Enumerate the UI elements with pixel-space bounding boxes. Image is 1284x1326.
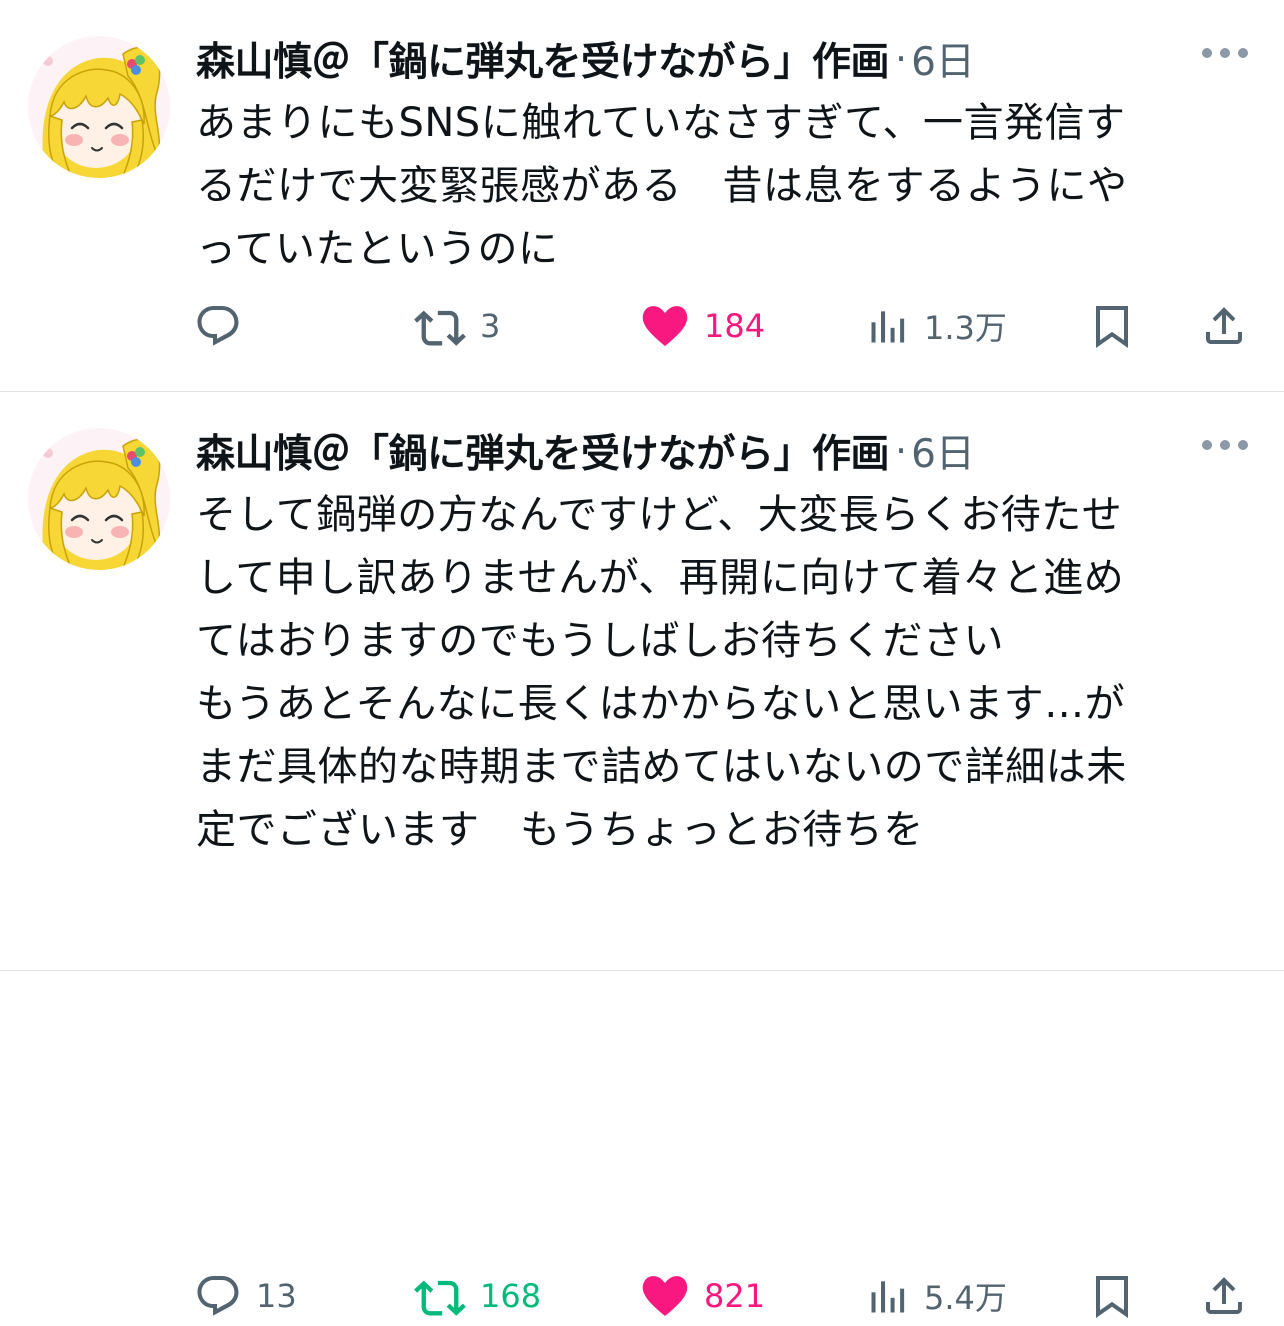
author-name[interactable]: 森山慎＠「鍋に弾丸を受けながら」作画 xyxy=(196,423,890,479)
view-count: 5.4万 xyxy=(924,1279,1007,1317)
tweet-text-line: そして鍋弾の方なんですけど、大変長らくお待たせ xyxy=(196,492,1123,538)
like-button[interactable]: 821 xyxy=(640,1266,765,1326)
share-icon xyxy=(1206,307,1242,344)
avatar[interactable] xyxy=(28,428,170,570)
tweet-text-line: もうあとそんなに長くはかからないと思います…が xyxy=(196,681,1126,727)
bookmark-icon xyxy=(1096,1276,1128,1318)
bookmark-icon xyxy=(1096,306,1128,348)
tweet-text-line: っていたというのに xyxy=(196,226,559,272)
timestamp[interactable]: 6日 xyxy=(911,31,975,87)
like-button[interactable]: 184 xyxy=(640,296,765,356)
share-icon xyxy=(1206,1277,1242,1314)
views-button[interactable]: 5.4万 xyxy=(866,1266,1007,1326)
reply-icon xyxy=(197,1276,239,1316)
repost-count: 168 xyxy=(480,1277,542,1315)
views-button[interactable]: 1.3万 xyxy=(866,296,1007,356)
tweet[interactable]: 森山慎＠「鍋に弾丸を受けながら」作画 · 6日 そして鍋弾の方なんですけど、大変… xyxy=(0,392,1284,1318)
more-icon[interactable] xyxy=(1202,430,1248,460)
repost-icon xyxy=(414,310,466,346)
views-icon xyxy=(871,311,905,343)
tweet-text-line: てはおりますのでもうしばしお待ちください xyxy=(196,618,1004,664)
divider xyxy=(0,970,1284,971)
reply-button[interactable] xyxy=(194,296,256,356)
action-bar: 13 168 821 5.4万 xyxy=(0,1266,1284,1326)
reply-icon xyxy=(197,306,239,346)
like-count: 184 xyxy=(704,307,766,345)
bookmark-button[interactable] xyxy=(1090,1266,1134,1326)
bookmark-button[interactable] xyxy=(1090,296,1134,356)
views-icon xyxy=(871,1281,905,1313)
more-icon[interactable] xyxy=(1202,38,1248,68)
repost-icon xyxy=(414,1280,466,1316)
share-button[interactable] xyxy=(1200,296,1248,356)
view-count: 1.3万 xyxy=(924,309,1007,347)
tweet-text-line: あまりにもSNSに触れていなさすぎて、一言発信す xyxy=(196,100,1126,146)
tweet-text-line: まだ具体的な時期まで詰めてはいないので詳細は未 xyxy=(196,744,1127,790)
tweet-text-line: るだけで大変緊張感がある 昔は息をするようにや xyxy=(196,163,1128,209)
tweet-text-line: 定でございます もうちょっとお待ちを xyxy=(196,807,924,853)
avatar-illustration xyxy=(28,428,170,570)
avatar-illustration xyxy=(28,36,170,178)
tweet[interactable]: 森山慎＠「鍋に弾丸を受けながら」作画 · 6日 あまりにもSNSに触れていなさす… xyxy=(0,0,1284,391)
tweet-text-line: して申し訳ありませんが、再開に向けて着々と進め xyxy=(196,555,1125,601)
tweet-text: あまりにもSNSに触れていなさすぎて、一言発信す るだけで大変緊張感がある 昔は… xyxy=(196,92,1246,281)
separator: · xyxy=(895,429,908,473)
like-count: 821 xyxy=(704,1277,766,1315)
tweet-header: 森山慎＠「鍋に弾丸を受けながら」作画 · 6日 xyxy=(196,422,975,480)
action-bar: 3 184 1.3万 xyxy=(0,296,1284,356)
repost-count: 3 xyxy=(480,307,501,345)
heart-icon xyxy=(642,306,688,346)
reply-count: 13 xyxy=(256,1277,297,1315)
separator: · xyxy=(895,37,908,81)
timestamp[interactable]: 6日 xyxy=(911,423,975,479)
repost-button[interactable]: 3 xyxy=(414,296,500,356)
repost-button[interactable]: 168 xyxy=(414,1266,541,1326)
share-button[interactable] xyxy=(1200,1266,1248,1326)
author-name[interactable]: 森山慎＠「鍋に弾丸を受けながら」作画 xyxy=(196,31,890,87)
tweet-header: 森山慎＠「鍋に弾丸を受けながら」作画 · 6日 xyxy=(196,30,975,88)
tweet-text: そして鍋弾の方なんですけど、大変長らくお待たせ して申し訳ありませんが、再開に向… xyxy=(196,484,1246,862)
avatar[interactable] xyxy=(28,36,170,178)
reply-button[interactable]: 13 xyxy=(194,1266,297,1326)
heart-icon xyxy=(642,1276,688,1316)
